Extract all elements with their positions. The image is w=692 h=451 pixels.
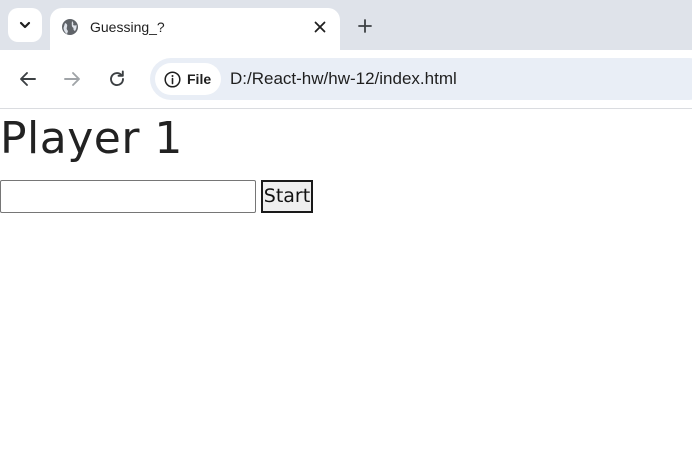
tab-search-button[interactable] xyxy=(8,8,42,42)
tab-close-button[interactable] xyxy=(310,17,330,37)
page-heading: Player 1 xyxy=(0,113,183,164)
globe-icon xyxy=(62,19,78,35)
close-icon xyxy=(314,21,326,33)
site-chip-label: File xyxy=(187,71,212,87)
tab-title: Guessing_? xyxy=(90,19,165,35)
arrow-right-icon xyxy=(64,72,80,86)
url-text[interactable]: D:/React-hw/hw-12/index.html xyxy=(230,69,457,89)
new-tab-button[interactable] xyxy=(354,15,376,37)
reload-icon xyxy=(110,70,124,87)
tab-strip: Guessing_? xyxy=(0,0,692,50)
chevron-down-icon xyxy=(19,21,31,29)
start-button[interactable]: Start xyxy=(261,180,313,213)
browser-toolbar: File D:/React-hw/hw-12/index.html xyxy=(0,50,692,109)
player-input[interactable] xyxy=(0,180,256,213)
address-bar[interactable]: File D:/React-hw/hw-12/index.html xyxy=(150,58,692,100)
info-icon xyxy=(164,70,181,88)
arrow-left-icon xyxy=(20,72,36,86)
active-tab[interactable]: Guessing_? xyxy=(50,8,340,50)
page-content: Player 1 Start xyxy=(0,109,692,451)
forward-button[interactable] xyxy=(60,67,84,91)
reload-button[interactable] xyxy=(105,67,129,91)
site-info-chip[interactable]: File xyxy=(155,63,222,95)
back-button[interactable] xyxy=(16,67,40,91)
plus-icon xyxy=(358,19,372,33)
